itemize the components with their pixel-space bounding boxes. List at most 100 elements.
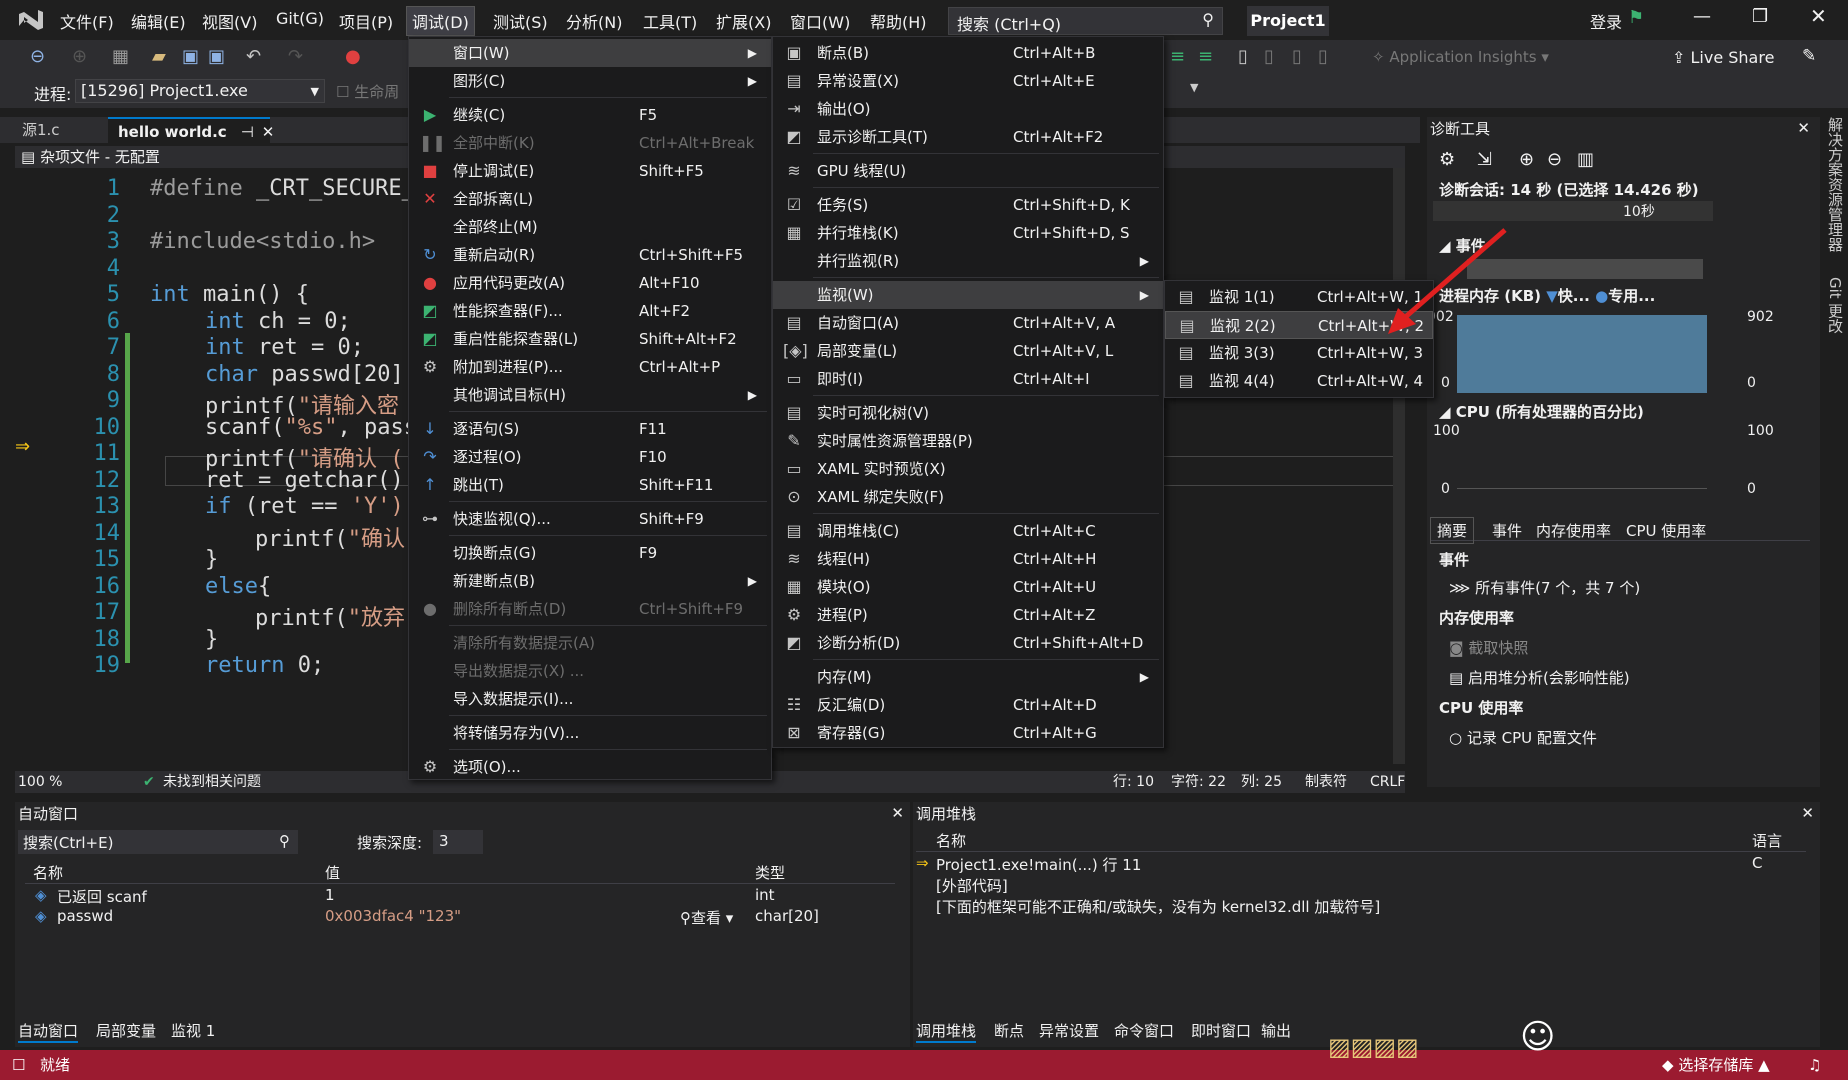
panel-close-icon[interactable]: ✕	[891, 804, 904, 822]
menu-item-window[interactable]: 窗口(W) ▶	[409, 39, 771, 67]
side-tab-solution-explorer[interactable]: 解决方案资源管理器	[1826, 117, 1844, 252]
zoom-level[interactable]: 100 %	[18, 771, 62, 793]
menu-item-memory[interactable]: 内存(M) ▶	[773, 663, 1163, 691]
menu-item-new-breakpoint[interactable]: 新建断点(B) ▶	[409, 567, 771, 595]
save-icon[interactable]: ▣	[182, 46, 199, 67]
zoom-out-icon[interactable]: ⊖	[1547, 149, 1562, 170]
menu-item-watch[interactable]: 监视(W) ▶	[773, 281, 1163, 309]
bookmark-next-icon[interactable]: ▯	[1292, 46, 1302, 67]
export-icon[interactable]: ⇲	[1477, 149, 1492, 170]
menu-item-breakpoints[interactable]: ▣ 断点(B) Ctrl+Alt+B	[773, 39, 1163, 67]
tab-exception-settings[interactable]: 异常设置	[1039, 1020, 1099, 1041]
menu-item-terminate-all[interactable]: 全部终止(M)	[409, 213, 771, 241]
menu-item-continue[interactable]: ▶ 继续(C) F5	[409, 101, 771, 129]
menu-item-xaml-preview[interactable]: ▭ XAML 实时预览(X)	[773, 455, 1163, 483]
table-row[interactable]: ⇒ Project1.exe!main(...) 行 11 C	[916, 854, 1806, 874]
panel-close-icon[interactable]: ✕	[1801, 804, 1814, 822]
tab-breakpoints[interactable]: 断点	[994, 1020, 1024, 1041]
menu-item-output[interactable]: ⇥ 输出(O)	[773, 95, 1163, 123]
column-language[interactable]: 语言	[1752, 830, 1782, 851]
ime-toolbar[interactable]: ▨▨▨▨	[1328, 1032, 1528, 1080]
tab-memory[interactable]: 内存使用率	[1530, 517, 1617, 544]
menu-item-processes[interactable]: ⚙ 进程(P) Ctrl+Alt+Z	[773, 601, 1163, 629]
menu-item-gpu-threads[interactable]: ≋ GPU 线程(U)	[773, 157, 1163, 185]
column-name[interactable]: 名称	[936, 830, 966, 851]
cpu-chart[interactable]	[1457, 423, 1707, 489]
menu-project[interactable]: 项目(P)	[339, 9, 393, 33]
menu-item-autos[interactable]: ▤ 自动窗口(A) Ctrl+Alt+V, A	[773, 309, 1163, 337]
menu-item-stop[interactable]: ■ 停止调试(E) Shift+F5	[409, 157, 771, 185]
menu-item-break-all[interactable]: ❚❚ 全部中断(K) Ctrl+Alt+Break	[409, 129, 771, 157]
menu-item-quick-watch[interactable]: ⊶ 快速监视(Q)... Shift+F9	[409, 505, 771, 533]
menu-item-step-out[interactable]: ↑ 跳出(T) Shift+F11	[409, 471, 771, 499]
tab-hello-world[interactable]: hello world.c ⊣ ✕	[108, 117, 274, 143]
search-depth-dropdown[interactable]: 3	[433, 830, 483, 854]
menu-item-options[interactable]: ⚙ 选项(O)...	[409, 753, 771, 781]
cell-value[interactable]: 0x003dfac4 "123"	[325, 907, 461, 925]
minimize-icon[interactable]: —	[1693, 6, 1711, 27]
menu-view[interactable]: 视图(V)	[202, 9, 257, 33]
menu-item-immediate[interactable]: ▭ 即时(I) Ctrl+Alt+I	[773, 365, 1163, 393]
panel-close-icon[interactable]: ✕	[1797, 119, 1810, 137]
new-project-icon[interactable]: ▦	[112, 46, 129, 67]
unformat-icon[interactable]: ≡	[1198, 46, 1213, 67]
back-icon[interactable]: ⊖	[30, 46, 45, 67]
side-tab-git-changes[interactable]: Git 更改	[1826, 277, 1844, 333]
menu-git[interactable]: Git(G)	[276, 9, 324, 28]
tabs-indicator[interactable]: 制表符	[1305, 771, 1347, 793]
column-name[interactable]: 名称	[33, 862, 63, 883]
menu-tools[interactable]: 工具(T)	[643, 9, 697, 33]
menu-item-tasks[interactable]: ☑ 任务(S) Ctrl+Shift+D, K	[773, 191, 1163, 219]
tab-events[interactable]: 事件	[1486, 517, 1528, 544]
menu-item-restart[interactable]: ↻ 重新启动(R) Ctrl+Shift+F5	[409, 241, 771, 269]
save-all-icon[interactable]: ▣	[208, 46, 225, 67]
issues-status[interactable]: 未找到相关问题	[163, 771, 261, 793]
reset-view-icon[interactable]: ▥	[1577, 149, 1594, 170]
account-icon[interactable]: ⚑	[1628, 7, 1644, 28]
feedback-icon[interactable]: ✎	[1802, 46, 1816, 66]
menu-item-apply-code-changes[interactable]: ● 应用代码更改(A) Alt+F10	[409, 269, 771, 297]
table-row[interactable]: ◈ passwd 0x003dfac4 "123" ⚲查看 ▾ char[20]	[25, 907, 895, 929]
chevron-down-icon[interactable]: ▼	[1190, 81, 1198, 94]
table-row[interactable]: ◈ 已返回 scanf 1 int	[25, 886, 895, 908]
menu-test[interactable]: 测试(S)	[493, 9, 548, 33]
format-icon[interactable]: ≡	[1170, 46, 1185, 67]
timeline-ruler[interactable]	[1433, 201, 1713, 221]
open-icon[interactable]: ▰	[152, 46, 166, 67]
zoom-in-icon[interactable]: ⊕	[1519, 149, 1534, 170]
bookmark-icon[interactable]: ▯	[1238, 46, 1248, 67]
menu-debug[interactable]: 调试(D)	[406, 6, 475, 36]
tab-source1[interactable]: 源1.c	[12, 117, 70, 143]
menu-window[interactable]: 窗口(W)	[790, 9, 850, 33]
cpu-section[interactable]: ◢ CPU (所有处理器的百分比)	[1439, 401, 1644, 422]
bell-icon[interactable]: ♫	[1808, 1050, 1821, 1080]
menu-item-show-diagnostics[interactable]: ◩ 显示诊断工具(T) Ctrl+Alt+F2	[773, 123, 1163, 151]
menu-item-detach-all[interactable]: ✕ 全部拆离(L)	[409, 185, 771, 213]
menu-item-other-targets[interactable]: 其他调试目标(H) ▶	[409, 381, 771, 409]
notification-icon[interactable]: ☐	[12, 1050, 25, 1080]
menu-item-disassembly[interactable]: ☷ 反汇编(D) Ctrl+Alt+D	[773, 691, 1163, 719]
menu-item-save-dump[interactable]: 将转储另存为(V)...	[409, 719, 771, 747]
forward-icon[interactable]: ⊕	[72, 46, 87, 67]
close-tab-icon[interactable]: ✕	[262, 123, 275, 141]
menu-item-relaunch-profiler[interactable]: ◩ 重启性能探查器(L) Shift+Alt+F2	[409, 325, 771, 353]
lifecycle-events[interactable]: ☐ 生命周	[336, 81, 399, 102]
close-icon[interactable]: ✕	[1810, 4, 1827, 28]
menu-item-toggle-breakpoint[interactable]: 切换断点(G) F9	[409, 539, 771, 567]
process-dropdown[interactable]: [15296] Project1.exe ▼	[75, 79, 325, 103]
menu-item-registers[interactable]: ⊠ 寄存器(G) Ctrl+Alt+G	[773, 719, 1163, 747]
column-value[interactable]: 值	[325, 862, 340, 883]
menu-item-import-datatips[interactable]: 导入数据提示(I)...	[409, 685, 771, 713]
login-link[interactable]: 登录	[1590, 9, 1622, 33]
table-row[interactable]: [下面的框架可能不正确和/或缺失，没有为 kernel32.dll 加载符号]	[936, 896, 1380, 917]
menu-item-locals[interactable]: [◈] 局部变量(L) Ctrl+Alt+V, L	[773, 337, 1163, 365]
tab-watch1[interactable]: 监视 1	[171, 1020, 215, 1041]
all-events-link[interactable]: ⋙ 所有事件(7 个，共 7 个)	[1449, 577, 1640, 598]
menu-item-export-datatips[interactable]: 导出数据提示(X) ...	[409, 657, 771, 685]
menu-edit[interactable]: 编辑(E)	[131, 9, 186, 33]
menu-item-live-visual-tree[interactable]: ▤ 实时可视化树(V)	[773, 399, 1163, 427]
menu-item-parallel-watch[interactable]: 并行监视(R) ▶	[773, 247, 1163, 275]
menu-help[interactable]: 帮助(H)	[870, 9, 927, 33]
search-box[interactable]: 搜索 (Ctrl+Q) ⚲	[948, 7, 1223, 35]
repo-selector[interactable]: ◆ 选择存储库 ▲	[1662, 1050, 1770, 1080]
